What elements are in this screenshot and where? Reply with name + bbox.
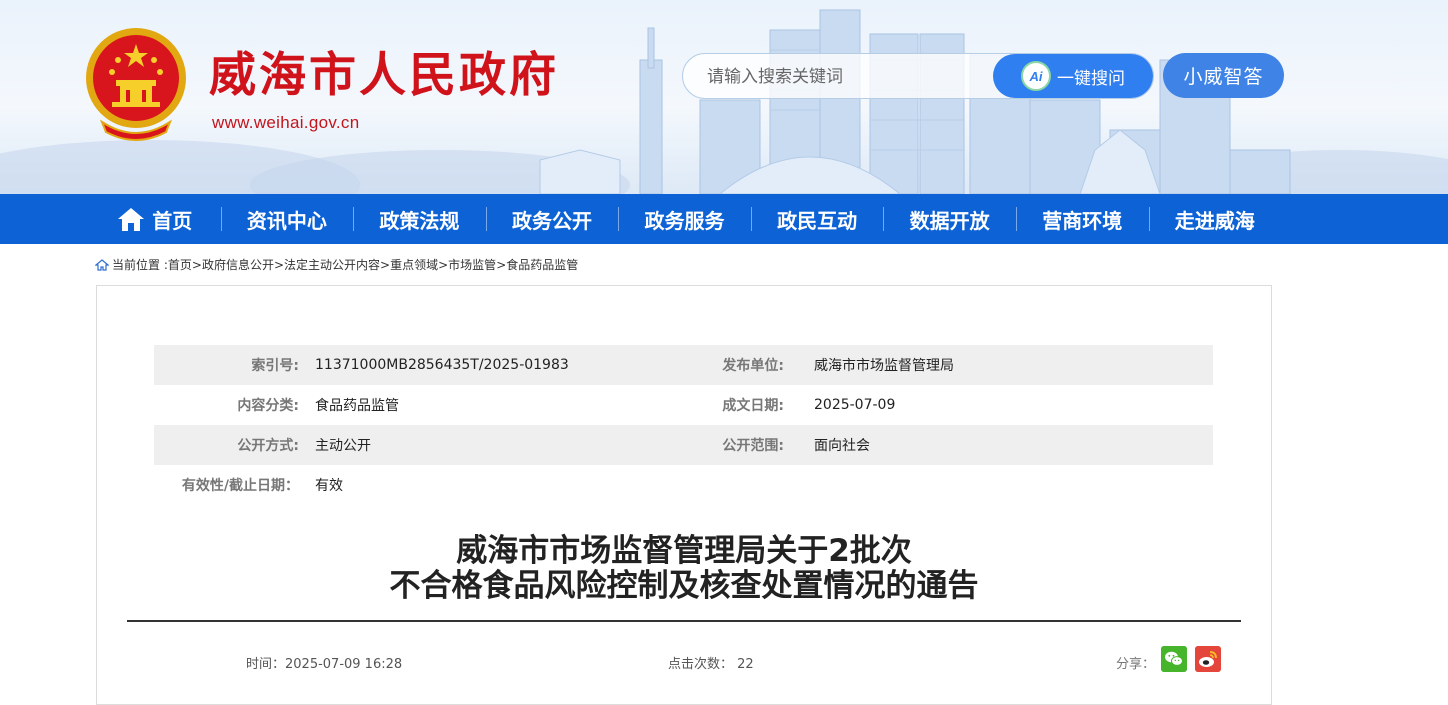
breadcrumb-separator: >	[273, 257, 285, 272]
breadcrumb-separator: >	[496, 257, 507, 272]
scope-label: 公开范围:	[722, 438, 784, 454]
search-button[interactable]: Ai 一键搜问	[993, 54, 1153, 98]
metadata-row: 公开方式: 主动公开 公开范围: 面向社会	[154, 425, 1213, 465]
index-label: 索引号:	[251, 358, 299, 374]
nav-item-home[interactable]: 首页	[88, 194, 221, 244]
metadata-row: 有效性/截止日期： 有效	[154, 465, 1213, 505]
nav-label: 首页	[152, 208, 193, 233]
article-title-line: 威海市市场监督管理局关于2批次	[456, 533, 912, 569]
breadcrumb-home-icon	[95, 258, 109, 271]
national-emblem-icon	[86, 28, 186, 141]
assistant-button[interactable]: 小威智答	[1163, 53, 1284, 98]
site-header: 威海市人民政府 www.weihai.gov.cn Ai 一键搜问 小威智答	[0, 0, 1448, 194]
nav-item-news[interactable]: 资讯中心	[220, 194, 354, 244]
share-label: 分享：	[1116, 657, 1156, 672]
main-nav: 首页 资讯中心 政策法规 政务公开 政务服务 政民互动 数据开放 营商环境 走进…	[0, 194, 1448, 244]
mode-value: 主动公开	[315, 438, 371, 454]
breadcrumb-link[interactable]: 食品药品监管	[506, 256, 578, 273]
breadcrumb-link[interactable]: 法定主动公开内容	[284, 256, 380, 273]
breadcrumb-link[interactable]: 市场监管	[448, 256, 496, 273]
breadcrumb-prefix: 当前位置 :	[112, 258, 168, 272]
validity-value: 有效	[315, 478, 343, 494]
category-value: 食品药品监管	[315, 398, 399, 414]
site-url[interactable]: www.weihai.gov.cn	[212, 113, 359, 133]
mode-label: 公开方式:	[237, 438, 299, 454]
weibo-icon[interactable]	[1195, 646, 1221, 672]
search-box: Ai 一键搜问	[682, 53, 1154, 99]
nav-item-about[interactable]: 走进威海	[1148, 194, 1282, 244]
breadcrumb-link[interactable]: 政府信息公开	[202, 256, 274, 273]
date-value: 2025-07-09	[814, 397, 896, 413]
article-info-row: 时间：2025-07-09 16:28 点击次数： 22 分享：	[97, 646, 1271, 676]
index-value: 11371000MB2856435T/2025-01983	[315, 357, 569, 373]
nav-item-policy[interactable]: 政策法规	[353, 194, 486, 244]
nav-item-services[interactable]: 政务服务	[618, 194, 751, 244]
date-label: 成文日期:	[722, 398, 784, 414]
article-title-line: 不合格食品风险控制及核查处置情况的通告	[389, 568, 979, 604]
category-label: 内容分类:	[237, 398, 299, 414]
click-count-value: 22	[737, 657, 754, 672]
publisher-value: 威海市市场监督管理局	[814, 358, 954, 374]
ai-icon: Ai	[1021, 61, 1051, 91]
metadata-row: 索引号: 11371000MB2856435T/2025-01983 发布单位:…	[154, 345, 1213, 385]
validity-label: 有效性/截止日期：	[181, 478, 299, 494]
click-count-label: 点击次数：	[668, 657, 734, 672]
breadcrumb-separator: >	[438, 257, 449, 272]
metadata-row: 内容分类: 食品药品监管 成文日期: 2025-07-09	[154, 385, 1213, 425]
title-divider	[127, 620, 1241, 622]
publish-time: 时间：2025-07-09 16:28	[246, 657, 403, 672]
wechat-icon[interactable]	[1161, 646, 1187, 672]
scope-value: 面向社会	[814, 438, 870, 454]
nav-item-interaction[interactable]: 政民互动	[750, 194, 884, 244]
nav-item-open-data[interactable]: 数据开放	[883, 194, 1016, 244]
nav-item-business[interactable]: 营商环境	[1015, 194, 1149, 244]
breadcrumb-link[interactable]: 首页	[168, 256, 192, 273]
breadcrumb-separator: >	[191, 257, 202, 272]
click-count: 点击次数： 22	[668, 653, 754, 672]
search-input[interactable]	[707, 65, 987, 89]
publisher-label: 发布单位:	[722, 358, 784, 374]
article-title: 威海市市场监督管理局关于2批次 不合格食品风险控制及核查处置情况的通告	[97, 534, 1271, 604]
breadcrumb-separator: >	[380, 257, 391, 272]
nav-item-gov-affairs[interactable]: 政务公开	[485, 194, 619, 244]
search-button-label: 一键搜问	[1057, 68, 1125, 89]
site-title[interactable]: 威海市人民政府	[209, 46, 559, 106]
home-icon	[118, 208, 145, 231]
metadata-table: 索引号: 11371000MB2856435T/2025-01983 发布单位:…	[154, 345, 1213, 505]
article-card: 索引号: 11371000MB2856435T/2025-01983 发布单位:…	[96, 285, 1272, 705]
breadcrumb: 当前位置 : 首页 > 政府信息公开 > 法定主动公开内容 > 重点领域 > 市…	[95, 256, 578, 273]
breadcrumb-link[interactable]: 重点领域	[390, 256, 438, 273]
